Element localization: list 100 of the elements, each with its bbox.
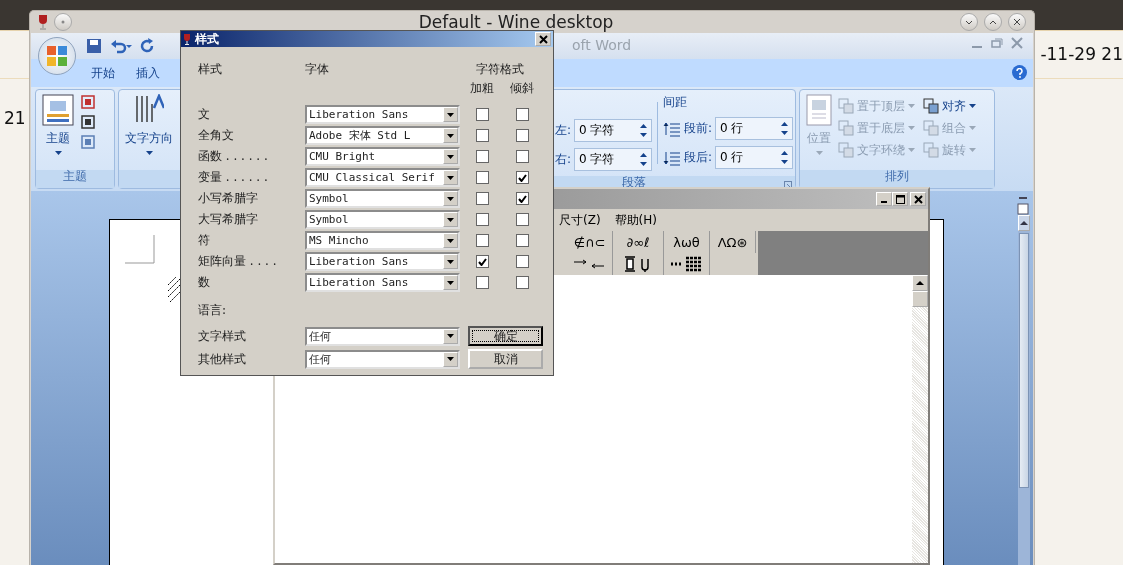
checkmark-icon — [517, 173, 527, 182]
dropdown-arrow-icon — [447, 217, 454, 222]
symbol-palette-button[interactable]: ∂∞ℓ — [613, 231, 664, 253]
office-button[interactable] — [38, 37, 76, 75]
close-icon — [1013, 18, 1021, 26]
layers-icon — [923, 142, 939, 158]
vertical-scrollbar[interactable] — [1018, 215, 1030, 565]
symbol-palette-button[interactable]: λωθ — [664, 231, 710, 253]
undo-icon[interactable] — [110, 38, 132, 54]
font-dropdown[interactable]: Adobe 宋体 Std L — [305, 126, 460, 145]
dot-icon — [61, 20, 65, 24]
right-indent-label: 右: — [554, 151, 571, 168]
italic-checkbox[interactable] — [515, 255, 529, 268]
italic-checkbox[interactable] — [515, 192, 529, 205]
ribbon-tab[interactable]: 插入 — [128, 61, 168, 85]
dropdown-arrow-icon — [969, 104, 976, 108]
dropdown-arrow-icon — [969, 126, 976, 130]
help-button[interactable] — [1012, 65, 1027, 80]
spin-arrows-icon[interactable] — [639, 123, 647, 138]
colors-icon[interactable] — [80, 94, 96, 110]
text-direction-button[interactable]: 文字方向 — [125, 94, 173, 166]
italic-checkbox[interactable] — [515, 150, 529, 163]
language-label: 语言: — [198, 302, 228, 319]
font-dropdown[interactable]: Symbol — [305, 189, 460, 208]
split-icon[interactable] — [1017, 197, 1029, 217]
symbol-palette-button[interactable]: ∉∩⊂ — [567, 231, 613, 253]
font-dropdown[interactable]: Symbol — [305, 210, 460, 229]
left-indent-label: 左: — [554, 122, 571, 139]
ribbon-tab[interactable]: 开始 — [83, 61, 123, 85]
dropdown-arrow-icon — [447, 280, 454, 285]
menu-item[interactable]: 尺寸(Z) — [559, 211, 601, 229]
bold-checkbox[interactable] — [475, 150, 489, 163]
font-dropdown[interactable]: Liberation Sans — [305, 252, 460, 271]
redo-icon[interactable] — [140, 38, 156, 54]
space-after-field[interactable]: 0 行 — [715, 146, 793, 169]
dialog-button[interactable]: 取消 — [468, 349, 543, 369]
maximize-icon — [895, 194, 905, 204]
italic-checkbox[interactable] — [515, 129, 529, 142]
vertical-scrollbar[interactable] — [912, 275, 928, 563]
checkmark-icon — [517, 194, 527, 203]
theme-icon — [42, 94, 74, 126]
bold-checkbox[interactable] — [475, 192, 489, 205]
left-indent-field[interactable]: 0 字符 — [573, 119, 652, 142]
bold-checkbox[interactable] — [475, 276, 489, 289]
space-after-icon — [662, 149, 681, 166]
close-button[interactable] — [1008, 13, 1026, 31]
font-dropdown[interactable]: CMU Classical Serif — [305, 168, 460, 187]
italic-checkbox[interactable] — [515, 171, 529, 184]
scroll-thumb[interactable] — [912, 291, 928, 307]
dialog-title: 样式 — [195, 30, 220, 48]
bold-checkbox[interactable] — [475, 108, 489, 121]
spin-arrows-icon[interactable] — [781, 121, 788, 136]
menu-item[interactable]: 帮助(H) — [614, 211, 657, 229]
style-dropdown[interactable]: 任何 — [305, 349, 460, 369]
style-label: 矩阵向量 . . . . — [198, 253, 278, 270]
save-icon[interactable] — [86, 38, 102, 54]
font-dropdown[interactable]: CMU Bright — [305, 147, 460, 166]
right-indent-field[interactable]: 0 字符 — [573, 148, 652, 171]
font-dropdown[interactable]: MS Mincho — [305, 231, 460, 250]
italic-checkbox[interactable] — [515, 234, 529, 247]
fonts-icon[interactable] — [80, 114, 96, 130]
space-before-field[interactable]: 0 行 — [715, 117, 793, 140]
dropdown-arrow-icon — [447, 334, 454, 338]
symbol-palette-button[interactable]: ΛΩ⊛ — [710, 231, 756, 253]
style-label: 文字样式 — [198, 327, 247, 345]
bold-checkbox[interactable] — [475, 213, 489, 226]
bold-checkbox[interactable] — [475, 171, 489, 184]
space-before-icon — [662, 120, 681, 137]
window-title: oft Word — [572, 37, 632, 53]
bracket-icon — [624, 255, 652, 273]
dropdown-arrow-icon — [447, 238, 454, 243]
style-label: 变量 . . . . . . — [198, 169, 269, 186]
spacing-heading: 间距 — [662, 94, 688, 111]
style-dropdown[interactable]: 任何 — [305, 326, 460, 346]
bold-checkbox[interactable] — [475, 255, 489, 268]
corner-mark-icon — [125, 235, 155, 265]
font-dropdown[interactable]: Liberation Sans — [305, 273, 460, 292]
spin-arrows-icon[interactable] — [781, 150, 788, 165]
theme-button[interactable]: 主题 — [42, 94, 74, 166]
checkmark-icon — [477, 257, 487, 266]
dropdown-arrow-icon — [908, 104, 915, 108]
font-dropdown[interactable]: Liberation Sans — [305, 105, 460, 124]
close-icon — [538, 34, 548, 44]
style-label: 其他样式 — [198, 350, 247, 368]
style-label: 文 — [198, 106, 211, 123]
italic-checkbox[interactable] — [515, 276, 529, 289]
spin-arrows-icon[interactable] — [639, 152, 647, 167]
italic-checkbox[interactable] — [515, 108, 529, 121]
dialog-button[interactable]: 确定 — [468, 326, 543, 346]
window-title: Default - Wine desktop — [417, 12, 615, 32]
italic-checkbox[interactable] — [515, 213, 529, 226]
bold-checkbox[interactable] — [475, 234, 489, 247]
dropdown-arrow-icon — [908, 126, 915, 130]
layers-icon — [838, 120, 854, 136]
bold-checkbox[interactable] — [475, 129, 489, 142]
desktop-text: 21 — [4, 108, 26, 128]
style-label: 函数 . . . . . . — [198, 148, 269, 165]
column-header: 倾斜 — [509, 80, 535, 97]
arrange-button[interactable]: 对齐 — [923, 96, 976, 116]
hatch-icon — [168, 277, 182, 303]
